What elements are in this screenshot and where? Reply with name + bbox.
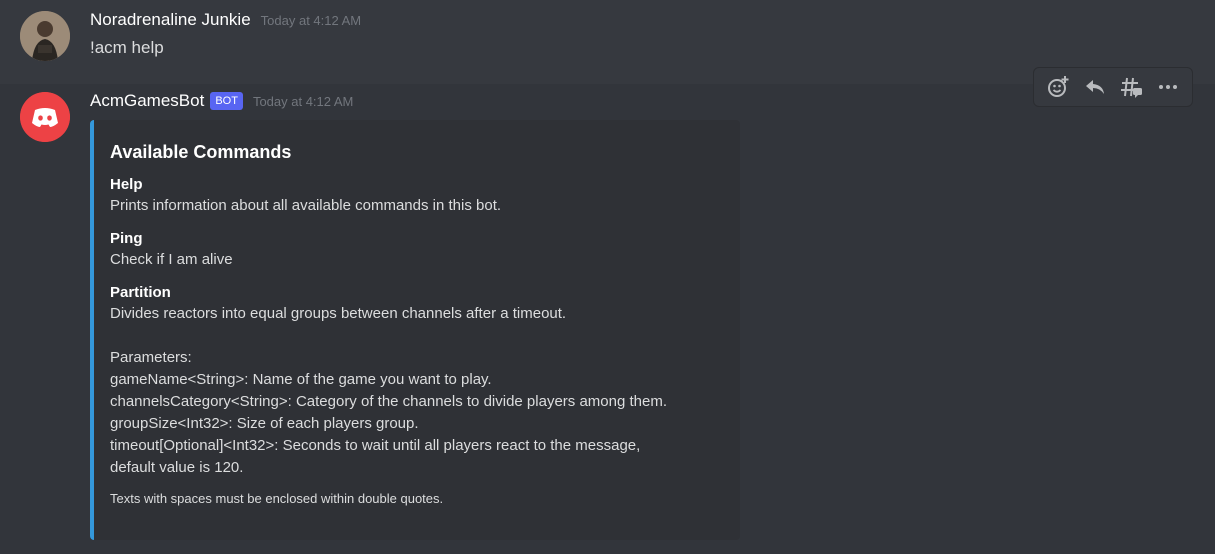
bot-avatar[interactable]: [20, 92, 70, 142]
create-thread-icon: [1121, 77, 1143, 98]
embed: Available Commands Help Prints informati…: [90, 120, 740, 540]
add-reaction-button[interactable]: [1042, 71, 1074, 103]
more-icon: [1158, 85, 1177, 89]
chat-view: Noradrenaline Junkie Today at 4:12 AM !a…: [0, 0, 1215, 554]
bot-username[interactable]: AcmGamesBot: [90, 91, 204, 111]
message-actions-toolbar: [1033, 67, 1193, 107]
username[interactable]: Noradrenaline Junkie: [90, 10, 251, 30]
embed-field-partition: Partition Divides reactors into equal gr…: [110, 283, 724, 479]
create-thread-button[interactable]: [1115, 71, 1147, 103]
embed-footer: Texts with spaces must be enclosed withi…: [110, 491, 444, 506]
add-reaction-icon: [1048, 76, 1069, 97]
bot-message-header: AcmGamesBot BOT Today at 4:12 AM: [90, 91, 353, 111]
more-button[interactable]: [1152, 71, 1184, 103]
user-avatar[interactable]: [20, 11, 70, 61]
message-content: !acm help: [90, 38, 164, 57]
field-value: Divides reactors into equal groups betwe…: [110, 305, 667, 476]
embed-field-ping: Ping Check if I am alive: [110, 229, 724, 271]
field-name: Ping: [110, 230, 143, 247]
embed-field-help: Help Prints information about all availa…: [110, 175, 724, 217]
field-name: Help: [110, 176, 143, 193]
field-name: Partition: [110, 284, 171, 301]
embed-title: Available Commands: [110, 142, 292, 162]
reply-icon: [1085, 80, 1104, 94]
bot-badge: BOT: [210, 92, 243, 110]
user-message-header: Noradrenaline Junkie Today at 4:12 AM: [90, 10, 361, 30]
timestamp: Today at 4:12 AM: [252, 93, 354, 109]
field-value: Prints information about all available c…: [110, 197, 502, 214]
reply-button[interactable]: [1079, 71, 1111, 103]
timestamp: Today at 4:12 AM: [260, 13, 362, 28]
field-value: Check if I am alive: [110, 251, 233, 268]
